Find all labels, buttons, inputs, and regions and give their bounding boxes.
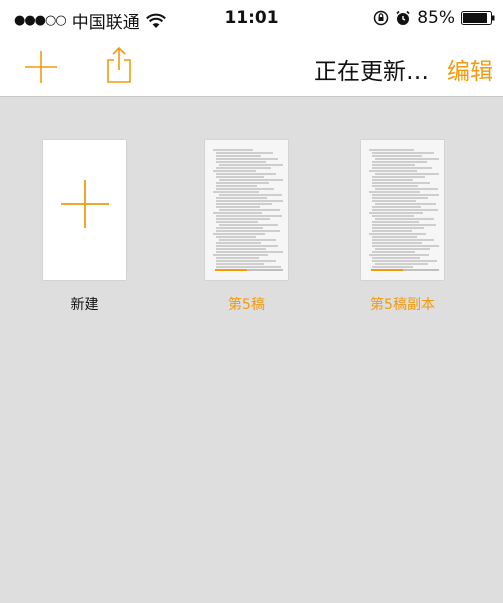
document-thumbnail[interactable] bbox=[205, 140, 288, 280]
document-label: 第5稿副本 bbox=[370, 297, 435, 313]
document-label: 新建 bbox=[70, 297, 99, 313]
document-label: 第5稿 bbox=[228, 297, 265, 313]
share-icon[interactable] bbox=[104, 46, 134, 84]
status-right: 85% bbox=[373, 8, 495, 28]
status-bar: ●●●○○ 中国联通 11:01 85% bbox=[0, 0, 503, 36]
document-browser: 新建 第5稿 第5稿副本 bbox=[0, 97, 503, 603]
alarm-icon bbox=[396, 10, 410, 25]
document-thumbnail[interactable] bbox=[361, 140, 444, 280]
new-document-thumbnail[interactable] bbox=[43, 140, 126, 280]
updating-status: 正在更新… bbox=[314, 59, 429, 85]
navigation-bar: 正在更新… 编辑 bbox=[0, 36, 503, 97]
document-item[interactable]: 第5稿 bbox=[205, 140, 288, 314]
battery-icon bbox=[461, 11, 495, 25]
battery-percent: 85% bbox=[417, 8, 455, 28]
document-item-new[interactable]: 新建 bbox=[43, 140, 126, 314]
document-text-preview bbox=[213, 149, 283, 271]
orientation-lock-icon bbox=[373, 10, 389, 26]
document-item[interactable]: 第5稿副本 bbox=[361, 140, 444, 314]
plus-icon[interactable] bbox=[24, 50, 58, 84]
new-plus-icon bbox=[61, 180, 109, 228]
edit-button[interactable]: 编辑 bbox=[447, 52, 493, 86]
document-text-preview bbox=[369, 149, 439, 271]
